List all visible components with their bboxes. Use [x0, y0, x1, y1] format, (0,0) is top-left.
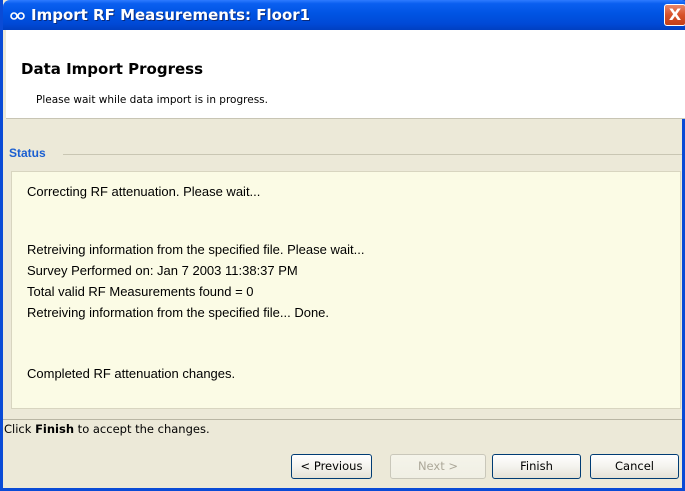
rf-signal-icon [10, 8, 26, 22]
title-bar[interactable]: Import RF Measurements: Floor1 X [3, 0, 685, 30]
page-title: Data Import Progress [21, 60, 203, 78]
status-group-label: Status [7, 146, 48, 160]
window-title: Import RF Measurements: Floor1 [31, 6, 311, 24]
log-line: Survey Performed on: Jan 7 2003 11:38:37… [27, 263, 298, 278]
next-button[interactable]: Next > [390, 454, 486, 479]
log-line: Completed RF attenuation changes. [27, 366, 236, 381]
close-icon: X [668, 5, 682, 24]
status-group-divider [63, 154, 682, 155]
footer-divider [3, 419, 682, 420]
log-line: Correcting RF attenuation. Please wait..… [27, 184, 261, 199]
finish-hint: Click Finish to accept the changes. [4, 422, 210, 436]
hint-suffix: to accept the changes. [74, 422, 210, 436]
log-line: Total valid RF Measurements found = 0 [27, 284, 254, 299]
finish-button[interactable]: Finish [492, 454, 581, 479]
cancel-button[interactable]: Cancel [590, 454, 679, 479]
log-line: Retreiving information from the specifie… [27, 242, 365, 257]
hint-emphasis: Finish [35, 422, 75, 436]
log-line: Retreiving information from the specifie… [27, 305, 330, 320]
hint-prefix: Click [4, 422, 36, 436]
previous-button[interactable]: < Previous [291, 454, 372, 479]
status-log[interactable]: Correcting RF attenuation. Please wait..… [11, 171, 681, 409]
wizard-header: Data Import Progress Please wait while d… [6, 30, 685, 119]
close-button[interactable]: X [664, 4, 685, 26]
page-subtitle: Please wait while data import is in prog… [36, 94, 268, 106]
